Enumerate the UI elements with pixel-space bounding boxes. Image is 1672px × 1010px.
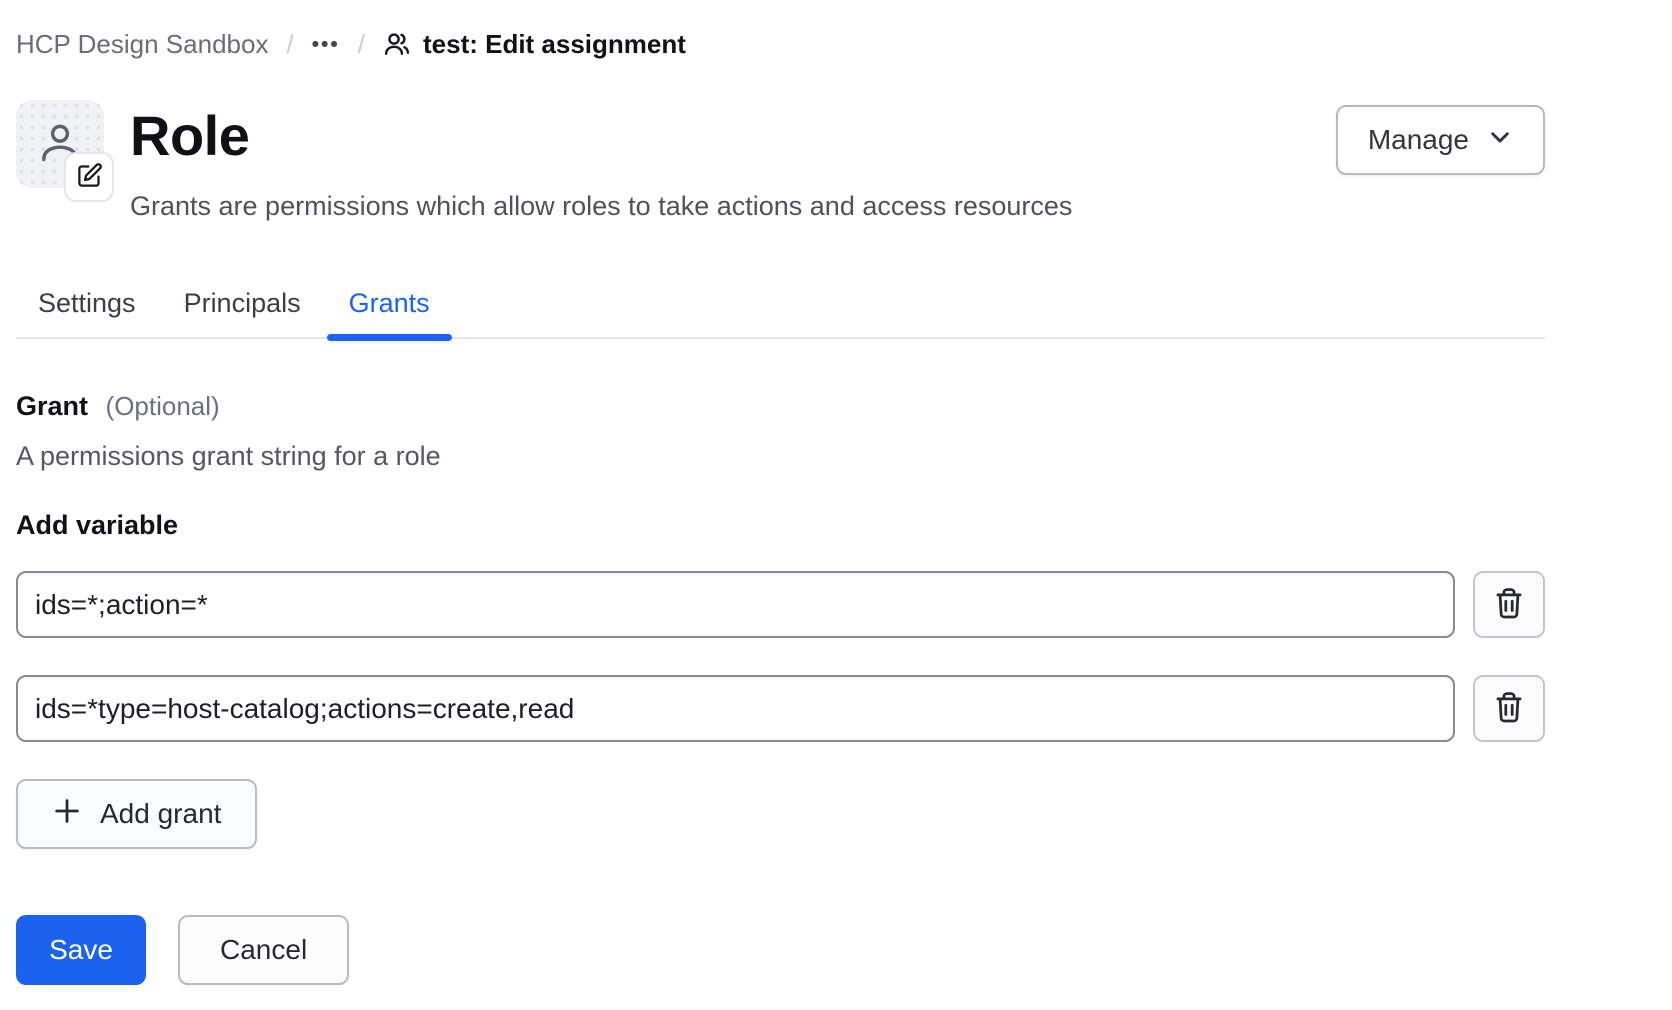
grant-row xyxy=(16,675,1545,742)
cancel-button[interactable]: Cancel xyxy=(178,915,349,985)
breadcrumb-separator: / xyxy=(358,29,365,60)
breadcrumb-current: test: Edit assignment xyxy=(383,29,686,60)
tab-principals[interactable]: Principals xyxy=(162,288,323,337)
grant-row xyxy=(16,571,1545,638)
breadcrumb-ellipsis-button[interactable]: ••• xyxy=(312,34,340,55)
trash-icon xyxy=(1492,690,1526,727)
grant-field-label: Grant xyxy=(16,391,88,421)
plus-icon xyxy=(52,796,82,833)
delete-grant-button[interactable] xyxy=(1473,571,1545,638)
add-variable-label: Add variable xyxy=(16,510,1545,541)
add-grant-button[interactable]: Add grant xyxy=(16,779,257,849)
users-icon xyxy=(383,30,411,58)
save-button[interactable]: Save xyxy=(16,915,146,985)
trash-icon xyxy=(1492,586,1526,623)
role-avatar xyxy=(16,100,104,188)
breadcrumb-separator: / xyxy=(286,29,293,60)
tab-grants[interactable]: Grants xyxy=(327,288,452,337)
grant-optional-flag: (Optional) xyxy=(106,391,220,421)
grant-string-input[interactable] xyxy=(16,571,1455,638)
breadcrumb-root-link[interactable]: HCP Design Sandbox xyxy=(16,29,268,60)
page-header: Role Grants are permissions which allow … xyxy=(16,100,1545,222)
tab-bar: Settings Principals Grants xyxy=(16,288,1545,339)
page-title: Role xyxy=(130,108,1336,164)
chevron-down-icon xyxy=(1487,124,1513,157)
tab-settings[interactable]: Settings xyxy=(16,288,158,337)
manage-dropdown-button[interactable]: Manage xyxy=(1336,105,1545,175)
breadcrumb: HCP Design Sandbox / ••• / test: Edit as… xyxy=(16,27,1545,61)
edit-icon xyxy=(76,162,103,192)
delete-grant-button[interactable] xyxy=(1473,675,1545,742)
form-actions: Save Cancel xyxy=(16,915,1545,985)
page-subtitle: Grants are permissions which allow roles… xyxy=(130,191,1336,222)
grant-string-input[interactable] xyxy=(16,675,1455,742)
grants-form: Grant (Optional) A permissions grant str… xyxy=(16,391,1545,985)
page-container: HCP Design Sandbox / ••• / test: Edit as… xyxy=(16,0,1545,985)
manage-button-label: Manage xyxy=(1368,124,1469,156)
add-grant-label: Add grant xyxy=(100,798,221,830)
grant-field-label-row: Grant (Optional) xyxy=(16,391,1545,422)
grant-help-text: A permissions grant string for a role xyxy=(16,441,1545,472)
breadcrumb-current-label: test: Edit assignment xyxy=(423,29,686,60)
header-main: Role Grants are permissions which allow … xyxy=(130,100,1336,222)
edit-avatar-button[interactable] xyxy=(64,152,114,202)
